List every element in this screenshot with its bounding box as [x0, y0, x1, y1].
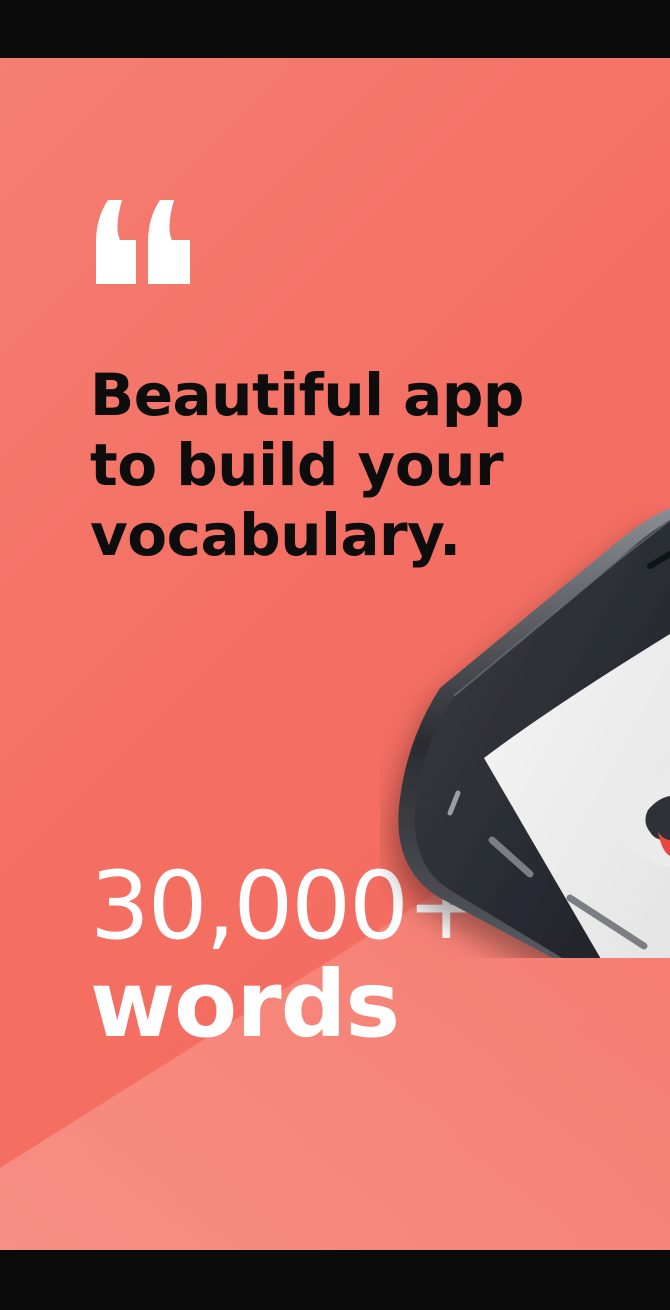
smartphone-mockup — [398, 508, 670, 958]
letterbox-top — [0, 0, 670, 58]
headline-line-1: Beautiful app — [90, 361, 524, 429]
promo-poster: Beautiful app to build your vocabulary. … — [0, 58, 670, 1250]
stat-unit: words — [90, 951, 400, 1058]
open-quote-icon — [96, 200, 190, 284]
letterbox-bottom — [0, 1250, 670, 1310]
